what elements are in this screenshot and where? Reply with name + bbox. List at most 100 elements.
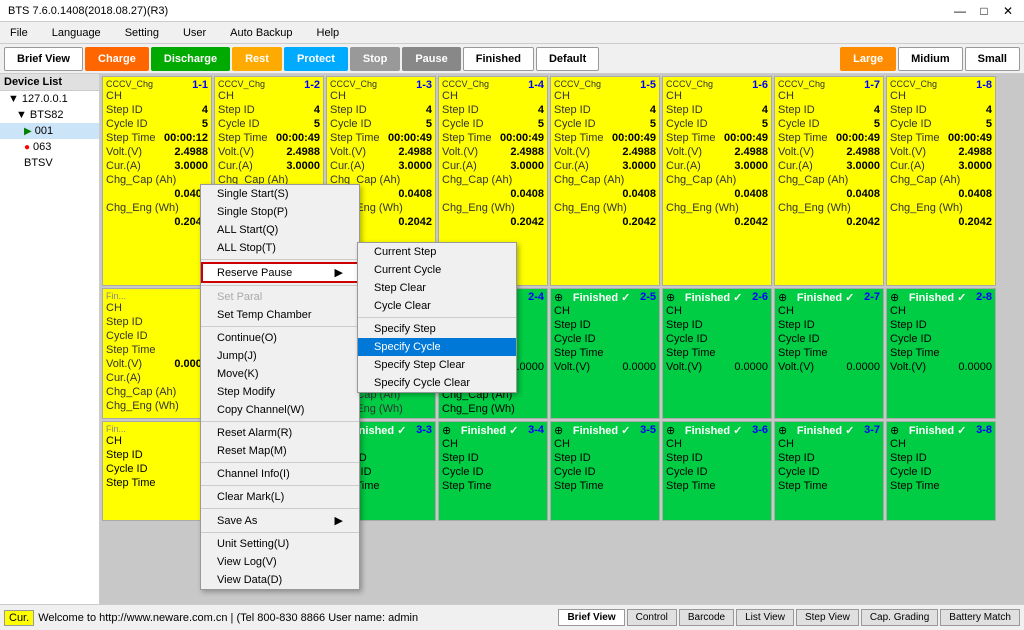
sub-menu-specify-step[interactable]: Specify Step [358, 320, 516, 338]
tab-protect[interactable]: Protect [284, 47, 348, 71]
sub-menu-specify-cycle[interactable]: Specify Cycle [358, 338, 516, 356]
context-menu: Single Start(S) Single Stop(P) ALL Start… [200, 184, 360, 590]
tab-stop[interactable]: Stop [350, 47, 400, 71]
sub-menu-cycle-clear[interactable]: Cycle Clear [358, 297, 516, 315]
channel-card-3-6[interactable]: ⊕ Finished ✓ 3-6 CH Step ID Cycle ID Ste… [662, 421, 772, 521]
sidebar-title: Device List [0, 74, 99, 91]
menu-language[interactable]: Language [46, 25, 107, 41]
tab-small[interactable]: Small [965, 47, 1020, 71]
red-dot-icon: ● [24, 142, 30, 153]
channel-card-2-1[interactable]: Fin... CH Step ID Cycle ID Step Time Vol… [102, 288, 212, 419]
maximize-button[interactable]: □ [976, 4, 992, 18]
sub-menu-specify-step-clear[interactable]: Specify Step Clear [358, 356, 516, 374]
device-list-sidebar: Device List ▼ 127.0.0.1 ▼ BTS82 ▶ 001 ● … [0, 74, 100, 604]
sub-menu-current-cycle[interactable]: Current Cycle [358, 261, 516, 279]
menu-single-stop[interactable]: Single Stop(P) [201, 203, 359, 221]
titlebar-title: BTS 7.6.0.1408(2018.08.27)(R3) [8, 5, 168, 17]
menu-clear-mark[interactable]: Clear Mark(L) [201, 488, 359, 506]
menu-sep-7 [201, 508, 359, 509]
menu-view-log[interactable]: View Log(V) [201, 553, 359, 571]
menu-set-temp[interactable]: Set Temp Chamber [201, 306, 359, 324]
cur-button[interactable]: Cur. [4, 610, 34, 626]
channel-card-1-8[interactable]: CCCV_Chg1-8 CH Step ID4 Cycle ID5 Step T… [886, 76, 996, 286]
menu-help[interactable]: Help [311, 25, 346, 41]
channel-card-1-7[interactable]: CCCV_Chg1-7 CH Step ID4 Cycle ID5 Step T… [774, 76, 884, 286]
channel-card-1-6[interactable]: CCCV_Chg1-6 CH Step ID4 Cycle ID5 Step T… [662, 76, 772, 286]
menu-single-start[interactable]: Single Start(S) [201, 185, 359, 203]
sidebar-item-063[interactable]: ● 063 [0, 139, 99, 155]
channel-card-3-5[interactable]: ⊕ Finished ✓ 3-5 CH Step ID Cycle ID Ste… [550, 421, 660, 521]
menu-view-data[interactable]: View Data(D) [201, 571, 359, 589]
menu-save-as[interactable]: Save As ▶ [201, 511, 359, 530]
channel-card-2-5[interactable]: ⊕ Finished ✓ 2-5 CH Step ID Cycle ID Ste… [550, 288, 660, 419]
menu-copy-channel[interactable]: Copy Channel(W) [201, 401, 359, 419]
status-tab-control[interactable]: Control [627, 609, 677, 626]
minimize-button[interactable]: — [952, 4, 968, 18]
tab-default[interactable]: Default [536, 47, 599, 71]
sidebar-item-ip[interactable]: ▼ 127.0.0.1 [0, 91, 99, 107]
sub-menu-step-clear[interactable]: Step Clear [358, 279, 516, 297]
channel-card-2-8[interactable]: ⊕ Finished ✓ 2-8 CH Step ID Cycle ID Ste… [886, 288, 996, 419]
menu-sep-5 [201, 462, 359, 463]
status-tab-list-view[interactable]: List View [736, 609, 794, 626]
play-icon: ▶ [24, 126, 32, 137]
sub-menu-current-step[interactable]: Current Step [358, 243, 516, 261]
channel-card-3-1[interactable]: Fin... CH Step ID Cycle ID Step Time [102, 421, 212, 521]
content-area: CCCV_Chg1-1 CH Step ID4 Cycle ID5 Step T… [100, 74, 1024, 604]
channel-card-1-1[interactable]: CCCV_Chg1-1 CH Step ID4 Cycle ID5 Step T… [102, 76, 212, 286]
tab-charge[interactable]: Charge [85, 47, 149, 71]
menu-reserve-pause[interactable]: Reserve Pause ▶ [201, 262, 359, 283]
sub-menu-specify-cycle-clear[interactable]: Specify Cycle Clear [358, 374, 516, 392]
status-tab-step-view[interactable]: Step View [796, 609, 859, 626]
channel-card-3-8[interactable]: ⊕ Finished ✓ 3-8 CH Step ID Cycle ID Ste… [886, 421, 996, 521]
menu-jump[interactable]: Jump(J) [201, 347, 359, 365]
status-tabs: Brief View Control Barcode List View Ste… [558, 609, 1020, 626]
arrow-down-icon: ▼ [16, 109, 27, 121]
menu-file[interactable]: File [4, 25, 34, 41]
channel-card-3-4[interactable]: ⊕ Finished ✓ 3-4 CH Step ID Cycle ID Ste… [438, 421, 548, 521]
tab-rest[interactable]: Rest [232, 47, 282, 71]
menu-user[interactable]: User [177, 25, 212, 41]
sidebar-item-btsv[interactable]: BTSV [0, 155, 99, 171]
menu-setting[interactable]: Setting [119, 25, 165, 41]
submenu-arrow-2-icon: ▶ [335, 514, 343, 527]
menu-sep-1 [201, 259, 359, 260]
menu-sep-4 [201, 421, 359, 422]
submenu-arrow-icon: ▶ [335, 266, 343, 279]
menu-reset-alarm[interactable]: Reset Alarm(R) [201, 424, 359, 442]
menu-channel-info[interactable]: Channel Info(I) [201, 465, 359, 483]
menu-continue[interactable]: Continue(O) [201, 329, 359, 347]
status-tab-barcode[interactable]: Barcode [679, 609, 734, 626]
channel-card-2-7[interactable]: ⊕ Finished ✓ 2-7 CH Step ID Cycle ID Ste… [774, 288, 884, 419]
menu-all-start[interactable]: ALL Start(Q) [201, 221, 359, 239]
channel-card-1-5[interactable]: CCCV_Chg1-5 CH Step ID4 Cycle ID5 Step T… [550, 76, 660, 286]
menu-sep-2 [201, 285, 359, 286]
menu-sep-3 [201, 326, 359, 327]
titlebar: BTS 7.6.0.1408(2018.08.27)(R3) — □ ✕ [0, 0, 1024, 22]
status-info: Welcome to http://www.neware.com.cn | (T… [38, 612, 554, 624]
menubar: File Language Setting User Auto Backup H… [0, 22, 1024, 44]
tab-large[interactable]: Large [840, 47, 896, 71]
menu-unit-setting[interactable]: Unit Setting(U) [201, 535, 359, 553]
status-tab-battery-match[interactable]: Battery Match [940, 609, 1020, 626]
sub-menu-sep-1 [358, 317, 516, 318]
menu-sep-6 [201, 485, 359, 486]
status-tab-cap-grading[interactable]: Cap. Grading [861, 609, 938, 626]
menu-reset-map[interactable]: Reset Map(M) [201, 442, 359, 460]
sidebar-item-bts82[interactable]: ▼ BTS82 [0, 107, 99, 123]
close-button[interactable]: ✕ [1000, 4, 1016, 18]
sidebar-item-001[interactable]: ▶ 001 [0, 123, 99, 139]
tab-finished[interactable]: Finished [463, 47, 534, 71]
channel-card-2-6[interactable]: ⊕ Finished ✓ 2-6 CH Step ID Cycle ID Ste… [662, 288, 772, 419]
tab-pause[interactable]: Pause [402, 47, 460, 71]
status-tab-brief-view[interactable]: Brief View [558, 609, 624, 626]
menu-step-modify[interactable]: Step Modify [201, 383, 359, 401]
menu-all-stop[interactable]: ALL Stop(T) [201, 239, 359, 257]
tab-brief-view[interactable]: Brief View [4, 47, 83, 71]
tab-discharge[interactable]: Discharge [151, 47, 230, 71]
titlebar-controls: — □ ✕ [952, 4, 1016, 18]
channel-card-3-7[interactable]: ⊕ Finished ✓ 3-7 CH Step ID Cycle ID Ste… [774, 421, 884, 521]
menu-move[interactable]: Move(K) [201, 365, 359, 383]
menu-autobackup[interactable]: Auto Backup [224, 25, 298, 41]
tab-midium[interactable]: Midium [898, 47, 963, 71]
